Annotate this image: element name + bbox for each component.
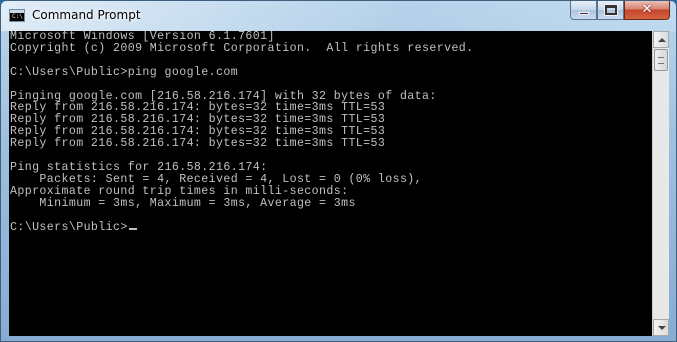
window-title: Command Prompt [32, 8, 141, 22]
console-output[interactable]: Microsoft Windows [Version 6.1.7601] Cop… [9, 31, 652, 336]
command-prompt-icon[interactable]: C:\ [9, 9, 25, 22]
console-line: C:\Users\Public> [10, 220, 128, 234]
close-button[interactable]: ✕ [624, 1, 670, 20]
scroll-down-button[interactable] [653, 319, 669, 336]
console-text: Microsoft Windows [Version 6.1.7601] Cop… [9, 31, 652, 233]
text-cursor [128, 227, 137, 230]
console-line: Reply from 216.58.216.174: bytes=32 time… [10, 137, 386, 151]
console-line: C:\Users\Public>ping google.com [10, 65, 239, 79]
arrow-up-icon [658, 38, 666, 42]
console-line: Copyright (c) 2009 Microsoft Corporation… [10, 41, 474, 55]
title-bar[interactable]: C:\ Command Prompt ✕ [1, 1, 676, 31]
minimize-button[interactable] [570, 1, 597, 20]
scrollbar-thumb[interactable] [654, 49, 668, 71]
maximize-icon [604, 4, 618, 16]
arrow-down-icon [658, 326, 666, 330]
console-line: Minimum = 3ms, Maximum = 3ms, Average = … [10, 196, 356, 210]
command-prompt-window: C:\ Command Prompt ✕ Microsoft Windows [… [0, 0, 677, 342]
vertical-scrollbar[interactable] [652, 31, 669, 336]
minimize-icon [579, 12, 589, 15]
close-icon: ✕ [641, 2, 653, 17]
window-controls: ✕ [570, 1, 670, 21]
scroll-up-button[interactable] [653, 31, 669, 48]
maximize-button[interactable] [597, 1, 624, 20]
